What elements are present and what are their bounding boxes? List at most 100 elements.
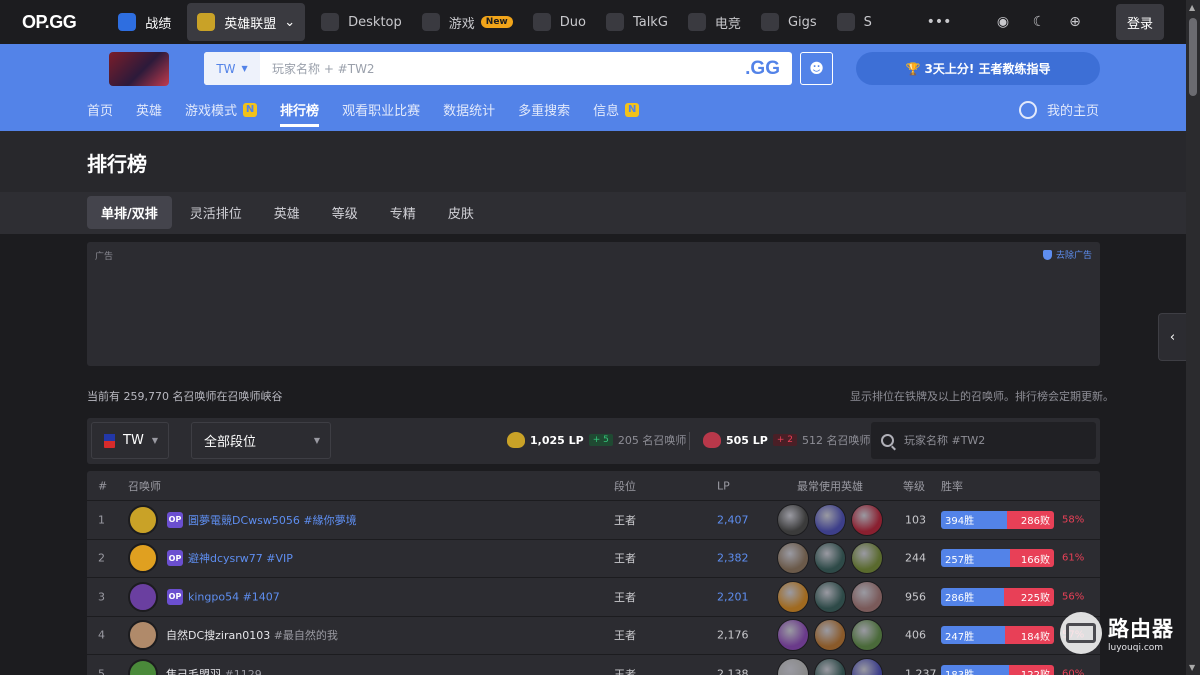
subnav-label: 首页: [87, 104, 114, 119]
ranking-tab[interactable]: 等级: [318, 196, 372, 229]
subnav-item[interactable]: 多重搜索: [518, 100, 570, 127]
avatar[interactable]: [128, 658, 158, 675]
challenger-lp-change: + 5: [588, 434, 613, 446]
champion-icon[interactable]: [851, 619, 883, 652]
subnav-item[interactable]: 英雄: [136, 100, 162, 127]
subnav-item[interactable]: 游戏模式 N: [185, 100, 258, 127]
lp-value: 2,201: [717, 590, 749, 604]
lol-subnav: 首页 英雄 游戏模式 N 排行榜 观看职业比赛 数据统计 多重搜索 信息 N: [87, 100, 662, 131]
champion-icon[interactable]: [814, 580, 846, 613]
ranking-tab[interactable]: 单排/双排: [87, 196, 172, 229]
losses-segment: 225败: [1004, 587, 1054, 606]
page-scrollbar[interactable]: ▲ ▼: [1186, 0, 1200, 675]
remove-ads-link[interactable]: 去除广告: [1042, 248, 1092, 261]
champion-icon[interactable]: [851, 542, 883, 575]
summoner-link[interactable]: 避神dcysrw77 #VIP: [188, 550, 293, 566]
ai-bot-icon[interactable]: ☻: [800, 52, 833, 85]
champion-icon[interactable]: [814, 657, 846, 675]
shield-icon: [1042, 249, 1052, 260]
ranking-tab[interactable]: 灵活排位: [176, 196, 256, 229]
scroll-down-icon[interactable]: ▼: [1189, 663, 1195, 672]
summoner-link[interactable]: 焦己毛盟羽 #1129: [166, 666, 262, 675]
champion-icon[interactable]: [851, 503, 883, 536]
avatar[interactable]: [128, 581, 158, 612]
op-badge-icon: OP: [167, 550, 183, 567]
global-nav-item[interactable]: Gigs: [751, 0, 827, 44]
summoner-tag: #最自然的我: [273, 629, 338, 643]
rank-number: 2: [98, 551, 105, 565]
avatar[interactable]: [128, 620, 158, 651]
ranking-search-input[interactable]: [904, 434, 1084, 447]
my-home-link[interactable]: 我的主页: [1018, 100, 1099, 119]
table-row[interactable]: 3 OP kingpo54 #1407 王者 2,201 956 286胜 225败 56%: [87, 578, 1100, 617]
page-title: 排行榜: [87, 152, 147, 176]
col-rank: #: [98, 479, 108, 492]
search-input[interactable]: [260, 52, 746, 85]
lol-banner-logo[interactable]: [109, 52, 169, 86]
champion-icon[interactable]: [777, 580, 809, 613]
table-row[interactable]: 1 OP 圓夢電競DCwsw5056 #緣你夢境 王者 2,407 103 394胜 286败…: [87, 501, 1100, 540]
login-button[interactable]: 登录: [1116, 4, 1164, 40]
global-nav-item[interactable]: 电竞: [678, 0, 751, 44]
champion-icon[interactable]: [777, 619, 809, 652]
divider: [689, 432, 690, 450]
summoner-search: TW ▼ .GG: [204, 52, 792, 85]
region-dropdown[interactable]: TW ▼: [91, 422, 169, 459]
global-nav-item[interactable]: Desktop: [311, 0, 412, 44]
losses-segment: 166败: [1009, 549, 1054, 568]
more-icon[interactable]: •••: [927, 11, 952, 33]
subnav-item[interactable]: 首页: [87, 100, 113, 127]
ranking-tab[interactable]: 英雄: [260, 196, 314, 229]
search-icon[interactable]: [881, 434, 894, 447]
avatar[interactable]: [128, 504, 158, 535]
wins-segment: 247胜: [941, 626, 1006, 645]
subnav-item[interactable]: 数据统计: [443, 100, 495, 127]
summoner-link[interactable]: kingpo54 #1407: [188, 590, 280, 603]
col-most-champions: 最常使用英雄: [797, 479, 863, 493]
scroll-up-icon[interactable]: ▲: [1189, 3, 1195, 12]
ranking-tab[interactable]: 皮肤: [434, 196, 488, 229]
champion-icon[interactable]: [814, 542, 846, 575]
opgg-logo[interactable]: OP.GG: [22, 12, 77, 33]
s-icon: [836, 13, 855, 31]
discord-icon[interactable]: ◉: [992, 11, 1014, 33]
scrollbar-thumb[interactable]: [1189, 18, 1197, 96]
global-nav-label: Desktop: [348, 14, 402, 30]
champion-icon[interactable]: [851, 657, 883, 675]
champion-icon[interactable]: [851, 580, 883, 613]
moon-icon[interactable]: ☾: [1028, 11, 1050, 33]
tier-dropdown[interactable]: 全部段位 ▼: [191, 422, 331, 459]
summoner-link[interactable]: 圓夢電競DCwsw5056 #緣你夢境: [188, 512, 357, 528]
global-nav-item[interactable]: 战绩: [108, 0, 181, 44]
global-nav-item[interactable]: Duo: [523, 0, 596, 44]
champion-icon[interactable]: [777, 503, 809, 536]
global-nav-item[interactable]: S: [827, 0, 882, 44]
promo-banner[interactable]: 🏆 3天上分! 王者教练指导: [856, 52, 1100, 85]
region-select[interactable]: TW ▼: [204, 52, 260, 85]
subnav-item[interactable]: 信息 N: [593, 100, 640, 127]
subnav-item[interactable]: 观看职业比赛: [342, 100, 420, 127]
grandmaster-cutoff: 505 LP + 2 512 名召唤师: [703, 432, 871, 448]
global-nav-item[interactable]: TalkG: [596, 0, 678, 44]
collapse-side-icon[interactable]: ‹: [1158, 313, 1186, 361]
rank-number: 5: [98, 667, 105, 675]
table-row[interactable]: 5 焦己毛盟羽 #1129 王者 2,138 1,237 183胜122败 60%: [87, 655, 1100, 675]
global-nav-item[interactable]: 游戏 New: [412, 0, 523, 44]
new-badge: N: [243, 102, 258, 117]
global-nav-item[interactable]: 英雄联盟 ⌄: [187, 3, 306, 41]
table-row[interactable]: 4 自然DC搜ziran0103 #最自然的我 王者 2,176 406 247胜 184败…: [87, 617, 1100, 655]
champion-icon[interactable]: [777, 542, 809, 575]
ranking-table: # 召唤师 段位 LP 最常使用英雄 等级 胜率 1 OP 圓夢電競DCwsw505…: [87, 471, 1100, 675]
champion-icon[interactable]: [777, 657, 809, 675]
table-row[interactable]: 2 OP 避神dcysrw77 #VIP 王者 2,382 244 257胜 166败 61%: [87, 540, 1100, 578]
rank-number: 4: [98, 628, 105, 642]
gg-search-button[interactable]: .GG: [745, 58, 780, 80]
champion-icon[interactable]: [814, 619, 846, 652]
ranking-tab[interactable]: 专精: [376, 196, 430, 229]
summoner-link[interactable]: 自然DC搜ziran0103 #最自然的我: [166, 627, 338, 643]
avatar[interactable]: [128, 543, 158, 574]
champion-icon[interactable]: [814, 503, 846, 536]
lp-value: 2,382: [717, 551, 749, 565]
subnav-item[interactable]: 排行榜: [280, 100, 320, 127]
language-icon[interactable]: ⊕: [1064, 11, 1086, 33]
